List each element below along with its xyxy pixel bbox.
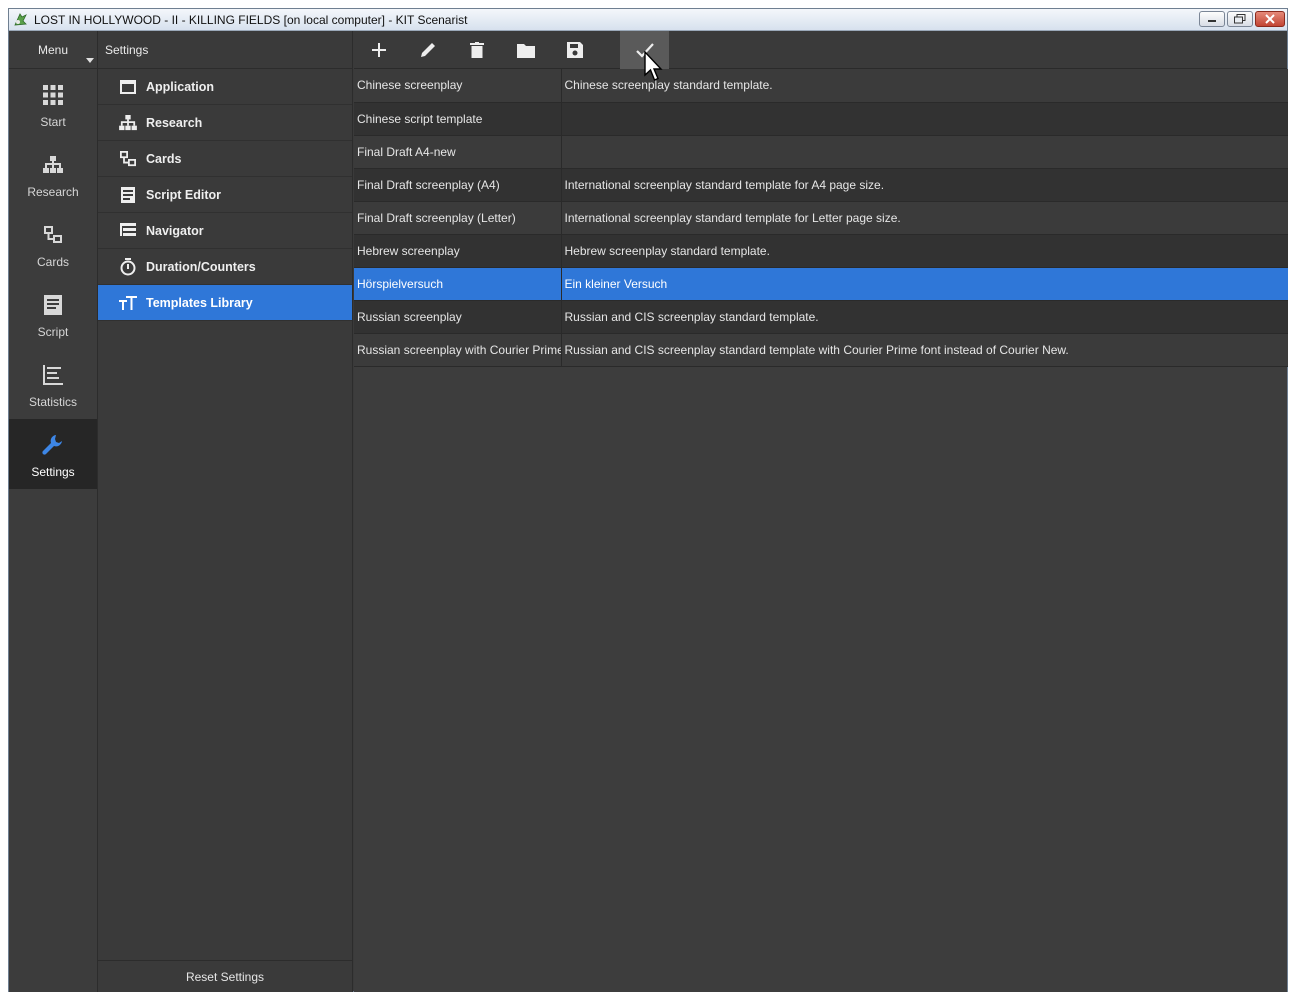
template-name-cell: Russian screenplay bbox=[354, 300, 562, 334]
template-description-cell: Russian and CIS screenplay standard temp… bbox=[561, 333, 1288, 367]
navigator-icon bbox=[119, 222, 137, 240]
edit-template-button[interactable] bbox=[403, 31, 452, 69]
nav-item-research[interactable]: Research bbox=[9, 139, 97, 209]
settings-item-label: Research bbox=[146, 115, 203, 130]
menu-label: Menu bbox=[37, 42, 69, 57]
template-description-cell: Hebrew screenplay standard template. bbox=[561, 234, 1288, 268]
save-template-button[interactable] bbox=[550, 31, 599, 69]
template-row[interactable]: Final Draft screenplay (Letter) Internati… bbox=[354, 201, 1288, 235]
nav-item-label: Start bbox=[40, 115, 66, 129]
mouse-cursor-icon bbox=[644, 51, 663, 81]
add-template-button[interactable] bbox=[354, 31, 403, 69]
settings-item-label: Application bbox=[146, 79, 215, 94]
template-name-cell: Hebrew screenplay bbox=[354, 234, 562, 268]
title-bar: LOST IN HOLLYWOOD - II - KILLING FIELDS … bbox=[9, 9, 1287, 31]
delete-icon bbox=[469, 42, 484, 58]
edit-icon bbox=[420, 43, 435, 57]
template-description-cell: International screenplay standard templa… bbox=[561, 201, 1288, 235]
delete-template-button[interactable] bbox=[452, 31, 501, 69]
nav-item-label: Research bbox=[27, 185, 79, 199]
document-icon bbox=[119, 186, 137, 204]
nav-item-start[interactable]: Start bbox=[9, 69, 97, 139]
nav-item-script[interactable]: Script bbox=[9, 279, 97, 349]
nav-item-label: Statistics bbox=[28, 395, 77, 409]
app-logo-icon bbox=[14, 13, 27, 26]
settings-item-research[interactable]: Research bbox=[98, 105, 352, 141]
cards-icon bbox=[41, 223, 65, 247]
window-icon bbox=[119, 78, 137, 96]
template-description-cell: Chinese screenplay standard template. bbox=[561, 69, 1288, 103]
close-button[interactable] bbox=[1255, 11, 1285, 27]
template-row[interactable]: Chinese screenplay Chinese screenplay sta… bbox=[354, 69, 1288, 103]
template-row[interactable]: Chinese script template bbox=[354, 102, 1288, 136]
nav-item-label: Cards bbox=[36, 255, 69, 269]
settings-item-application[interactable]: Application bbox=[98, 69, 352, 105]
menu-button[interactable]: Menu bbox=[9, 31, 97, 69]
reset-settings-button[interactable]: Reset Settings bbox=[98, 960, 352, 992]
settings-header: Settings bbox=[98, 31, 352, 69]
grid-icon bbox=[41, 83, 65, 107]
main-nav: Menu Start Research Cards Script Statist… bbox=[9, 31, 98, 992]
template-name-cell: Hörspielversuch bbox=[354, 267, 562, 301]
settings-item-label: Cards bbox=[146, 151, 182, 166]
cards-icon bbox=[119, 150, 137, 168]
open-template-button[interactable] bbox=[501, 31, 550, 69]
template-name-cell: Final Draft screenplay (Letter) bbox=[354, 201, 562, 235]
minimize-button[interactable] bbox=[1199, 11, 1225, 27]
template-row[interactable]: Final Draft screenplay (A4) International… bbox=[354, 168, 1288, 202]
settings-item-navigator[interactable]: Navigator bbox=[98, 213, 352, 249]
template-row[interactable]: Hörspielversuch Ein kleiner Versuch bbox=[354, 267, 1288, 301]
save-icon bbox=[566, 42, 583, 58]
template-description-cell: Ein kleiner Versuch bbox=[561, 267, 1288, 301]
template-row[interactable]: Russian screenplay with Courier Prime Rus… bbox=[354, 333, 1288, 367]
hierarchy-icon bbox=[119, 114, 137, 132]
nav-item-label: Script bbox=[37, 325, 69, 339]
settings-item-label: Templates Library bbox=[146, 295, 253, 310]
settings-item-templates-library[interactable]: Templates Library bbox=[98, 285, 352, 321]
statistics-icon bbox=[41, 363, 65, 387]
folder-icon bbox=[516, 43, 535, 58]
restore-icon bbox=[1234, 14, 1246, 24]
script-icon bbox=[41, 293, 65, 317]
window-title: LOST IN HOLLYWOOD - II - KILLING FIELDS … bbox=[34, 13, 468, 27]
app-window: LOST IN HOLLYWOOD - II - KILLING FIELDS … bbox=[8, 8, 1288, 992]
template-description-cell bbox=[561, 135, 1288, 169]
template-description-cell: Russian and CIS screenplay standard temp… bbox=[561, 300, 1288, 334]
nav-item-settings[interactable]: Settings bbox=[9, 419, 97, 489]
minimize-icon bbox=[1208, 20, 1216, 22]
templates-library-view: Chinese screenplay Chinese screenplay sta… bbox=[354, 31, 1288, 992]
template-name-cell: Chinese screenplay bbox=[354, 69, 562, 103]
settings-item-label: Navigator bbox=[146, 223, 204, 238]
stopwatch-icon bbox=[119, 257, 137, 276]
settings-item-cards[interactable]: Cards bbox=[98, 141, 352, 177]
template-description-cell bbox=[561, 102, 1288, 136]
template-row[interactable]: Final Draft A4-new bbox=[354, 135, 1288, 169]
template-name-cell: Final Draft A4-new bbox=[354, 135, 562, 169]
close-icon bbox=[1265, 14, 1275, 24]
template-description-cell: International screenplay standard templa… bbox=[561, 168, 1288, 202]
template-name-cell: Russian screenplay with Courier Prime bbox=[354, 333, 562, 367]
menu-dropdown-icon bbox=[86, 58, 94, 63]
wrench-icon bbox=[41, 433, 65, 457]
restore-button[interactable] bbox=[1227, 11, 1253, 27]
nav-item-statistics[interactable]: Statistics bbox=[9, 349, 97, 419]
template-name-cell: Final Draft screenplay (A4) bbox=[354, 168, 562, 202]
template-row[interactable]: Hebrew screenplay Hebrew screenplay stand… bbox=[354, 234, 1288, 268]
template-name-cell: Chinese script template bbox=[354, 102, 562, 136]
settings-item-script-editor[interactable]: Script Editor bbox=[98, 177, 352, 213]
settings-item-label: Duration/Counters bbox=[146, 259, 256, 274]
hierarchy-icon bbox=[41, 153, 65, 177]
add-icon bbox=[371, 43, 386, 57]
settings-item-label: Script Editor bbox=[146, 187, 222, 202]
settings-panel: Settings Application Research Cards Scri… bbox=[98, 31, 353, 992]
nav-item-cards[interactable]: Cards bbox=[9, 209, 97, 279]
templates-toolbar bbox=[354, 31, 1287, 69]
template-row[interactable]: Russian screenplay Russian and CIS screen… bbox=[354, 300, 1288, 334]
nav-item-label: Settings bbox=[31, 465, 75, 479]
templates-table: Chinese screenplay Chinese screenplay sta… bbox=[354, 69, 1288, 367]
text-size-icon bbox=[119, 294, 137, 312]
settings-item-duration-counters[interactable]: Duration/Counters bbox=[98, 249, 352, 285]
